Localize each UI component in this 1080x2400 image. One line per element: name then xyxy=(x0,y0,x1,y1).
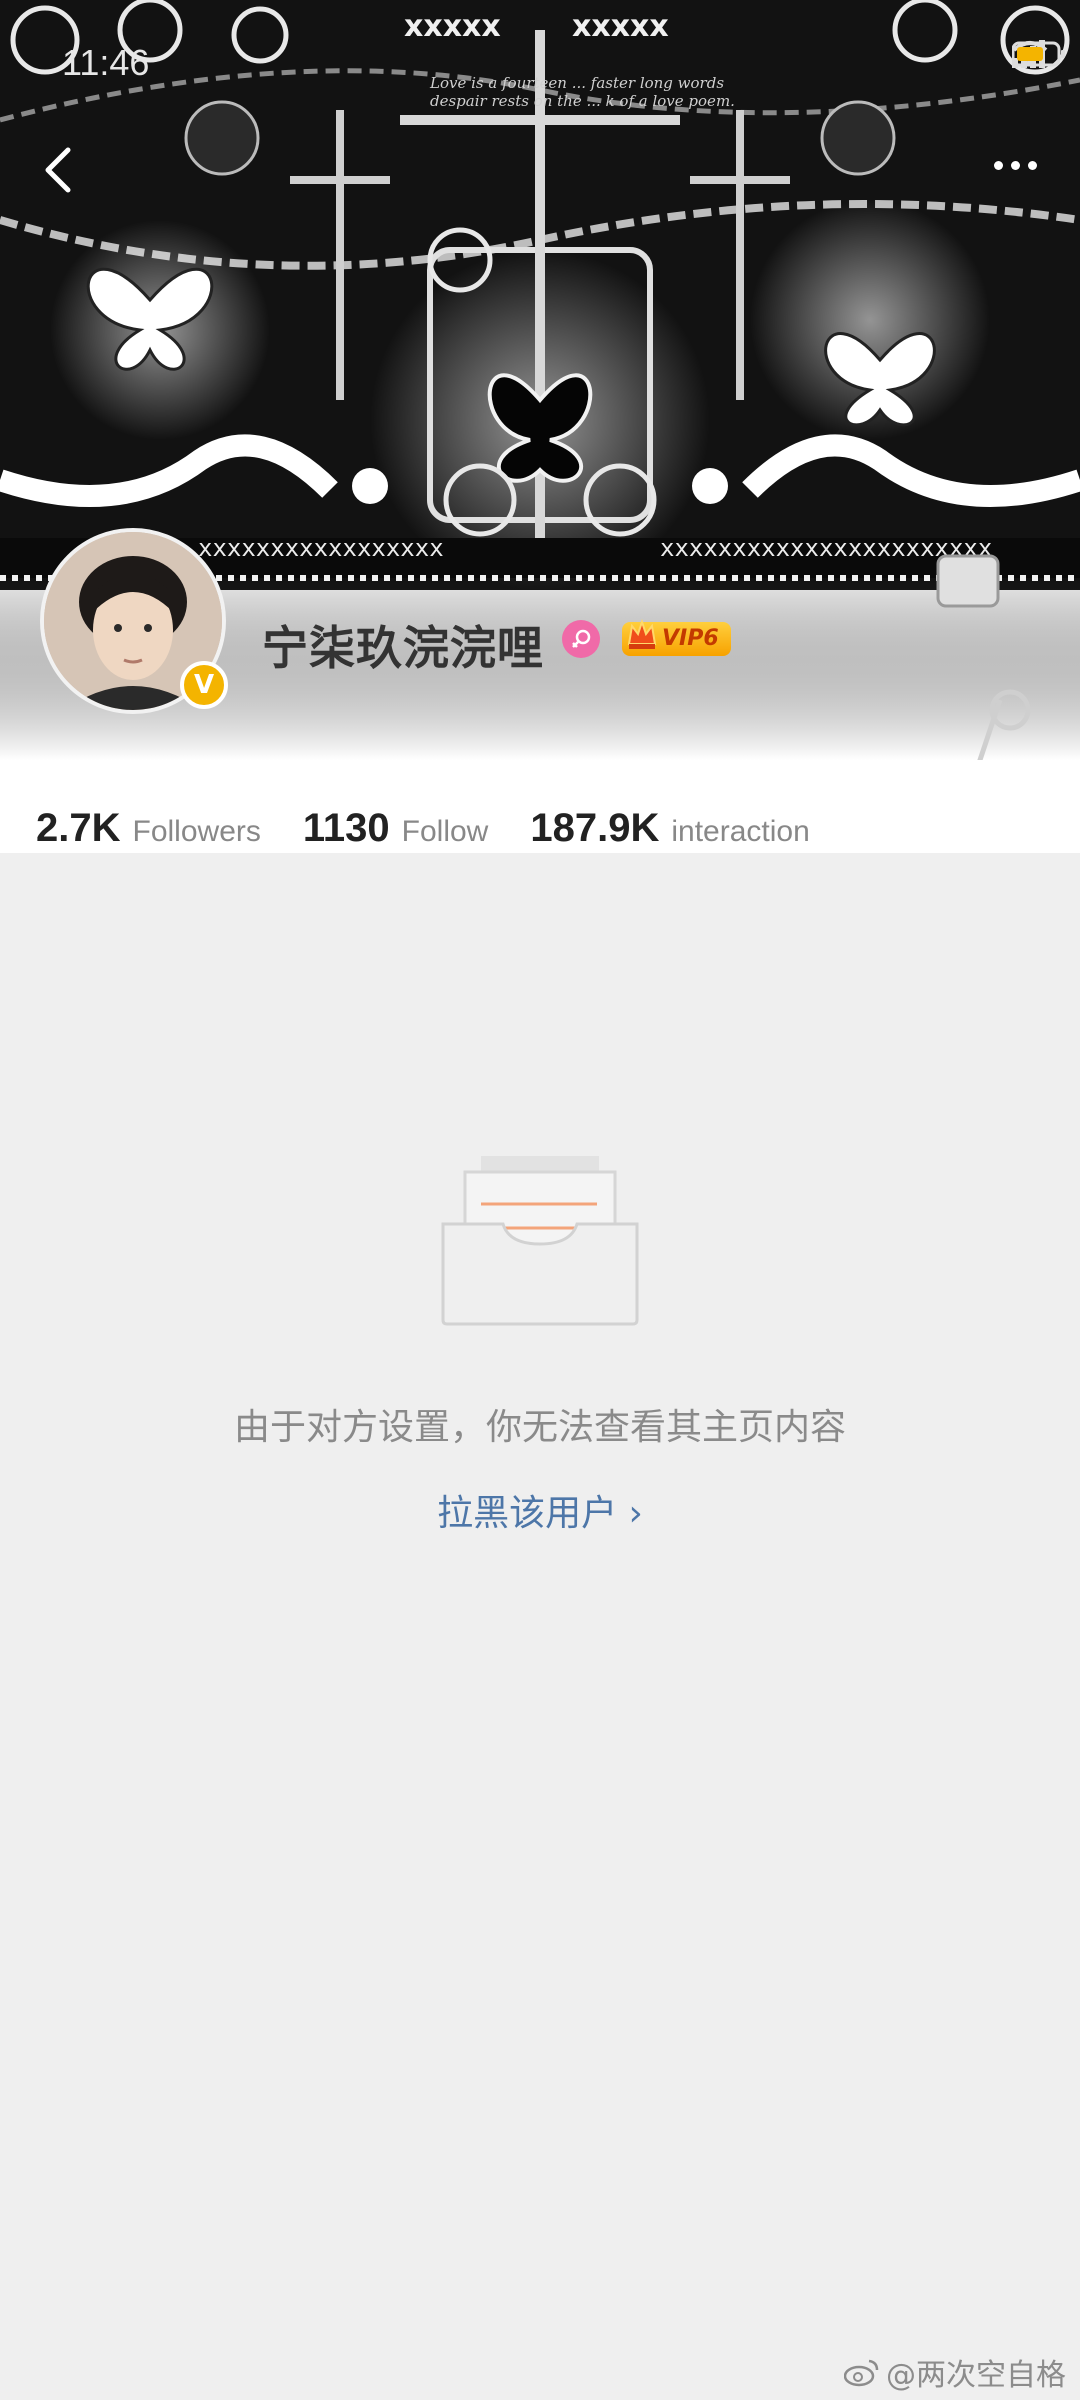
banner-strip-text-left: xxxxxxxxxxxxxxxxx xyxy=(198,534,444,562)
empty-state-message: 由于对方设置，你无法查看其主页内容 xyxy=(233,1407,846,1448)
verified-badge-icon: V xyxy=(180,661,228,709)
more-options-button[interactable] xyxy=(980,140,1050,190)
more-dot-icon xyxy=(1027,160,1037,170)
stat-value: 187.9K xyxy=(530,806,660,850)
stat-value: 1130 xyxy=(302,806,390,850)
weibo-logo-icon xyxy=(844,2359,879,2387)
stat-interaction[interactable]: 187.9K interaction xyxy=(530,806,809,851)
profile-stats: 2.7K Followers 1130 Follow 187.9K intera… xyxy=(36,806,852,851)
block-user-label: 拉黑该用户 xyxy=(437,1493,618,1534)
status-time: 11:46 xyxy=(62,42,150,83)
back-arrow-icon xyxy=(45,147,71,193)
block-user-link[interactable]: 拉黑该用户 › xyxy=(0,1484,1080,1536)
stat-value: 2.7K xyxy=(36,806,121,850)
profile-header: xxxxxxxxxxxxxxxxx xxxxxxxxxxxxxxxxxxxxxx… xyxy=(0,0,1080,853)
vip-level-badge[interactable]: VIP6 xyxy=(622,618,731,656)
status-bar: 11:46 xyxy=(0,0,1080,110)
stat-followers[interactable]: 2.7K Followers xyxy=(36,806,261,851)
more-dot-icon xyxy=(993,160,1003,170)
profile-name: 宁柒玖浣浣哩 xyxy=(262,621,544,675)
female-gender-icon xyxy=(562,620,600,658)
stat-label: Followers xyxy=(132,815,261,848)
chevron-right-icon: › xyxy=(628,1493,643,1534)
empty-inbox-icon xyxy=(441,1156,639,1326)
stat-label: interaction xyxy=(671,815,810,848)
back-button[interactable] xyxy=(30,140,90,200)
watermark-text: @两次空自格 xyxy=(886,2358,1066,2393)
stat-follow[interactable]: 1130 Follow xyxy=(303,806,488,851)
watermark: @两次空自格 xyxy=(844,2350,1066,2394)
avatar-container[interactable]: V xyxy=(40,528,228,714)
more-dot-icon xyxy=(1010,160,1020,170)
crown-icon xyxy=(627,618,657,649)
vip-level-label: VIP6 xyxy=(662,626,719,651)
stat-label: Follow xyxy=(401,815,489,848)
